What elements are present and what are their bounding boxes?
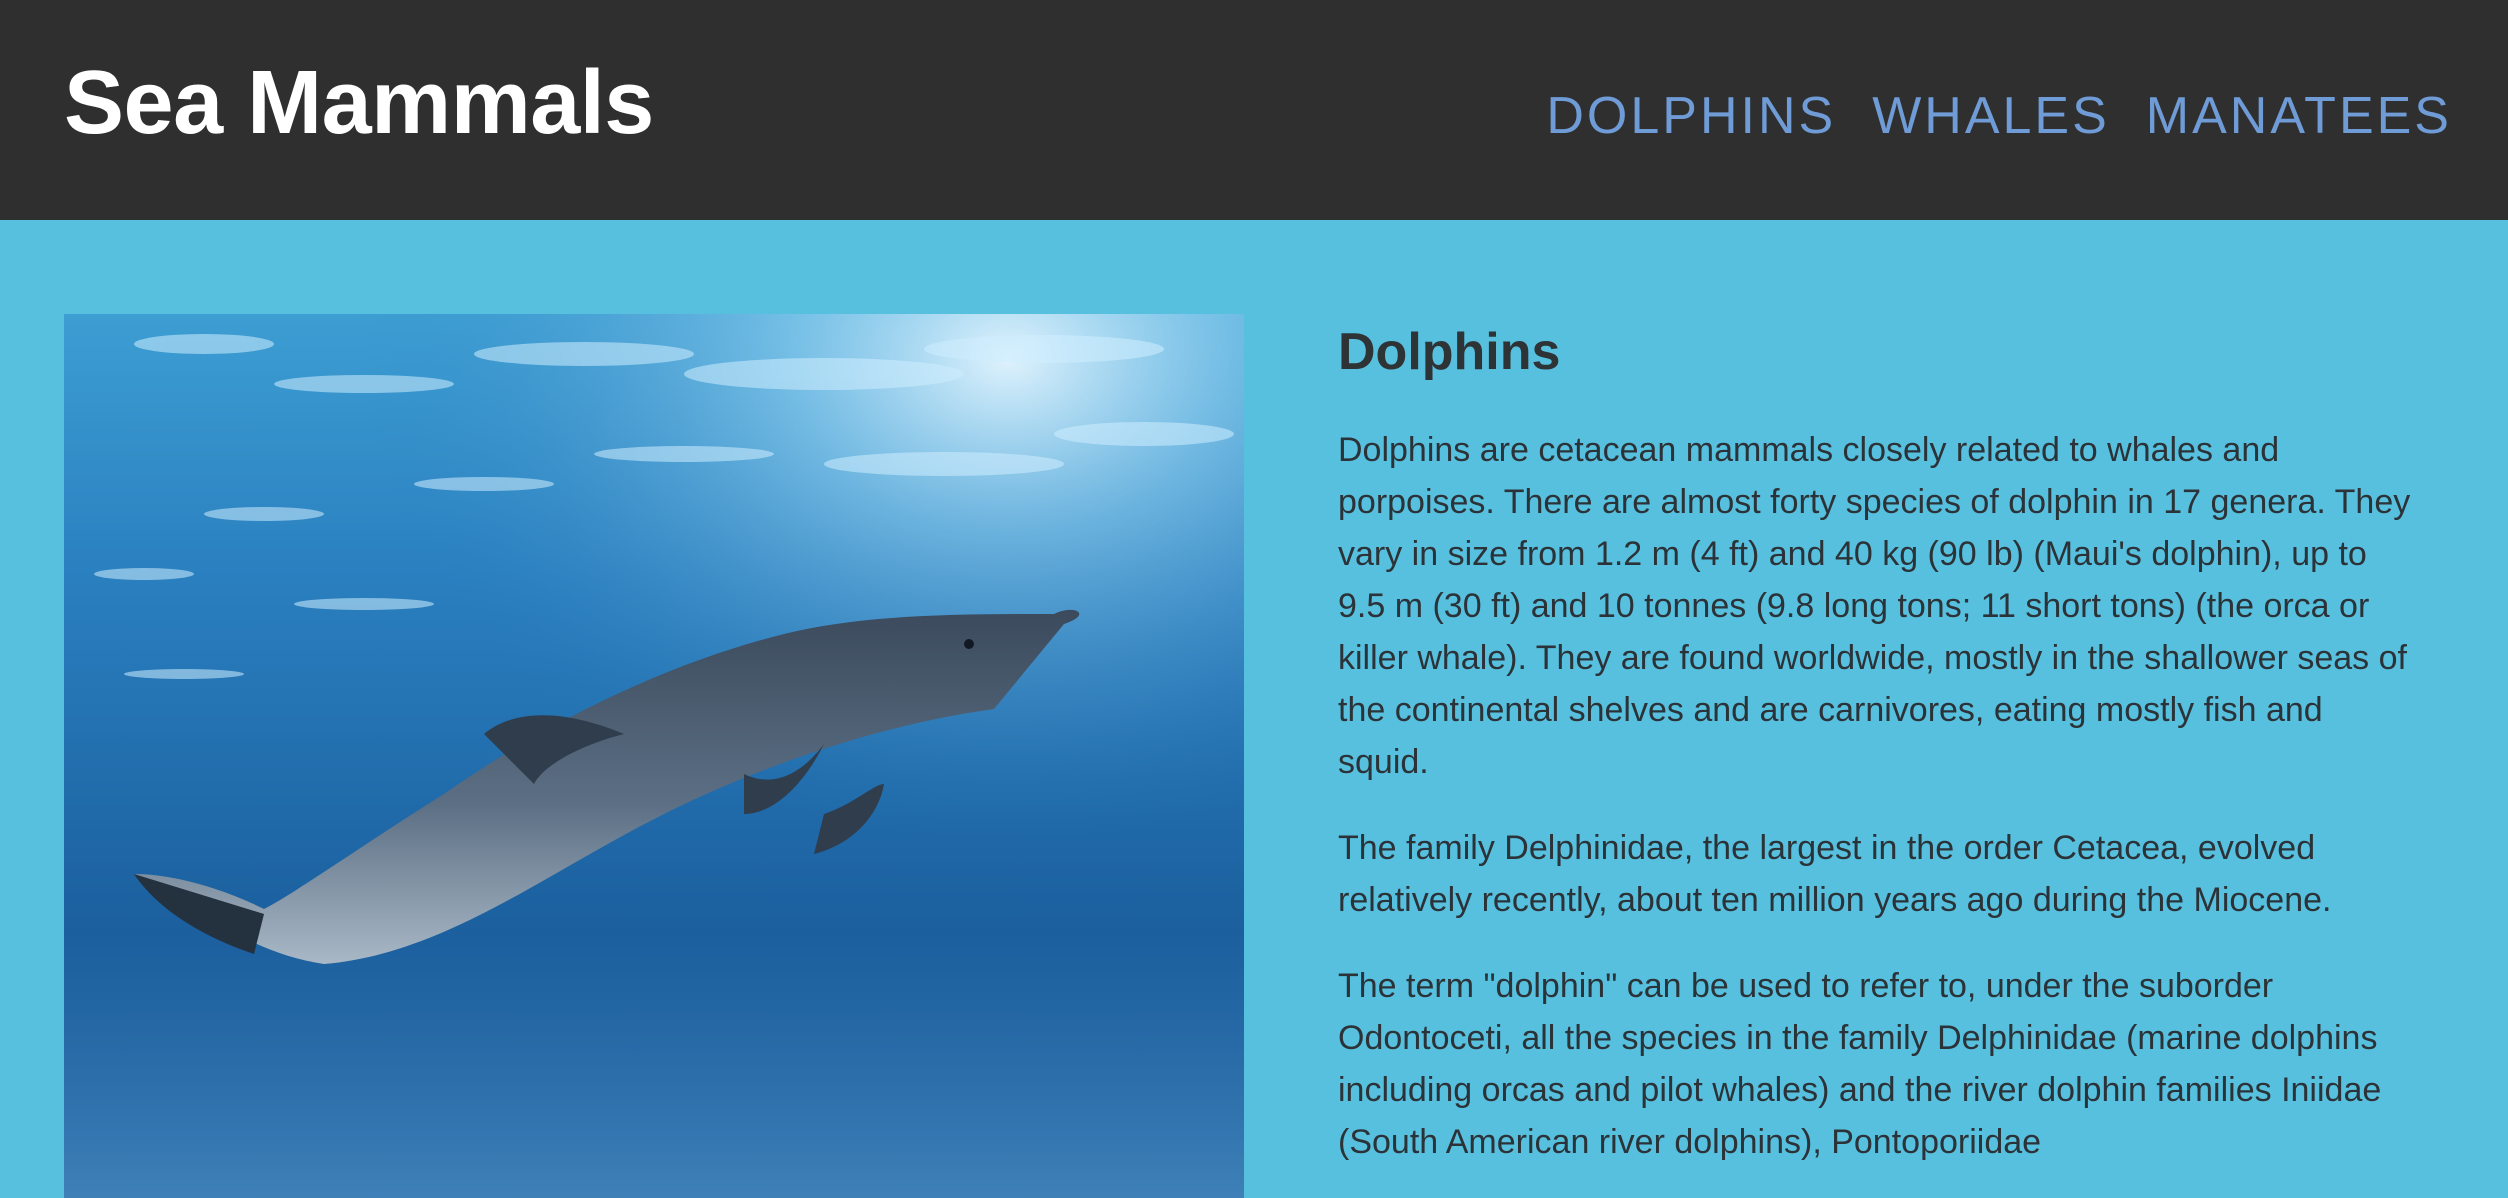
main-nav: DOLPHINS WHALES MANATEES xyxy=(1546,84,2452,148)
article-paragraph: The family Delphinidae, the largest in t… xyxy=(1338,829,2332,919)
nav-link-manatees[interactable]: MANATEES xyxy=(2146,84,2452,148)
site-header: Sea Mammals DOLPHINS WHALES MANATEES xyxy=(0,0,2508,220)
site-title: Sea Mammals xyxy=(64,53,654,153)
article-paragraph: The term "dolphin" can be used to refer … xyxy=(1338,967,2382,1161)
article-paragraph: Dolphins are cetacean mammals closely re… xyxy=(1338,431,2411,781)
nav-link-dolphins[interactable]: DOLPHINS xyxy=(1546,84,1836,148)
article-heading: Dolphins xyxy=(1338,323,1561,381)
dolphin-photo xyxy=(64,314,1244,1198)
nav-link-whales[interactable]: WHALES xyxy=(1872,84,2110,148)
article: Dolphins Dolphins are cetacean mammals c… xyxy=(1338,314,2418,1168)
